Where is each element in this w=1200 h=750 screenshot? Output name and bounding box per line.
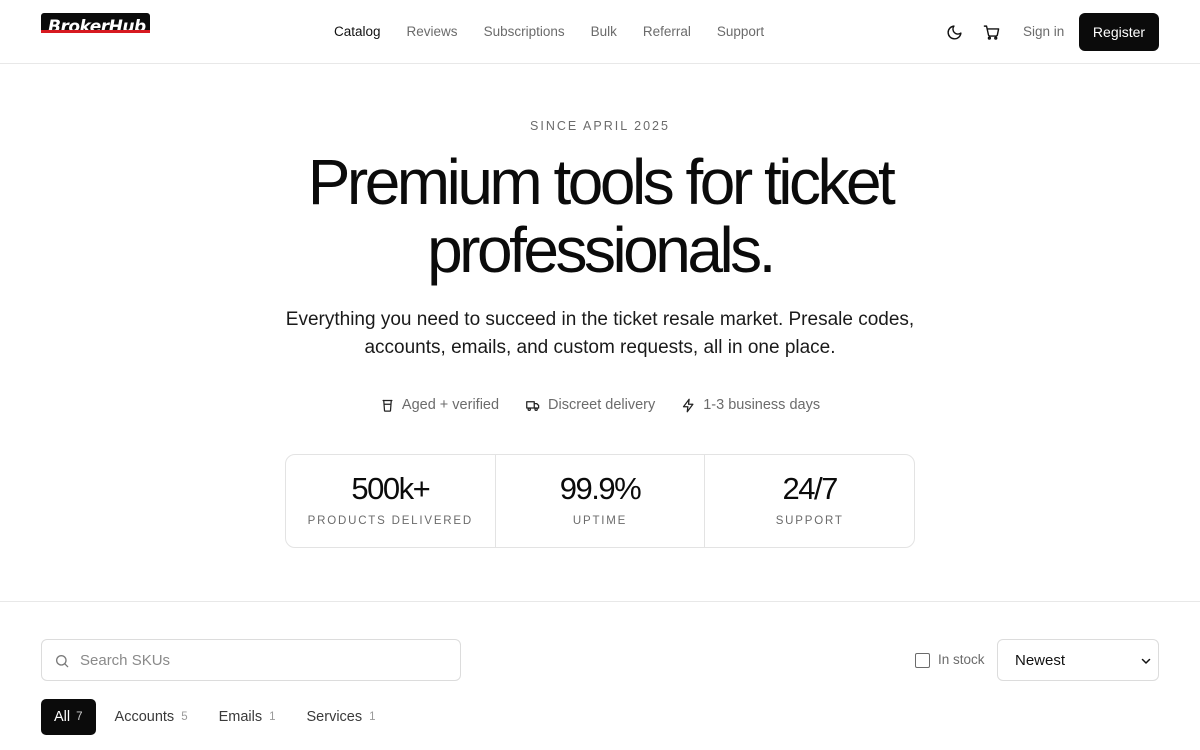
search-box [41, 639, 461, 681]
brand-logo-accent [41, 30, 150, 33]
search-input[interactable] [80, 640, 450, 680]
theme-toggle-button[interactable] [944, 22, 964, 42]
hero-subtitle-line2: accounts, emails, and custom requests, a… [364, 337, 836, 358]
in-stock-checkbox[interactable] [915, 652, 930, 668]
chevron-down-icon [1141, 658, 1151, 664]
filter-chip-services[interactable]: Services 1 [295, 699, 388, 735]
stat-support: 24/7 SUPPORT [705, 455, 914, 547]
hero-headline: Premium tools for ticket professionals. [250, 148, 950, 284]
brand-logo[interactable]: BrokerHub [41, 13, 150, 33]
stat-uptime: 99.9% UPTIME [496, 455, 706, 547]
moon-icon [947, 24, 962, 39]
nav-link-subscriptions[interactable]: Subscriptions [484, 22, 565, 42]
site-header: BrokerHub Catalog Reviews Subscriptions … [0, 0, 1200, 64]
hero-eyebrow: SINCE APRIL 2025 [530, 119, 670, 133]
sort-selected-value: Newest [1015, 651, 1066, 669]
filter-chip-label: Emails [218, 709, 263, 725]
main-nav: Catalog Reviews Subscriptions Bulk Refer… [334, 22, 764, 42]
feature-label: 1-3 business days [703, 397, 821, 413]
stat-products-delivered: 500k+ PRODUCTS DELIVERED [286, 455, 496, 547]
in-stock-label: In stock [938, 652, 985, 667]
hero-subtitle-line1: Everything you need to succeed in the ti… [285, 309, 915, 330]
feature-item-turnaround: 1-3 business days [681, 394, 820, 416]
cart-button[interactable] [981, 22, 1001, 42]
cart-icon [983, 24, 999, 40]
filter-chip-label: Services [306, 709, 363, 725]
filter-chip-count: 5 [181, 711, 188, 723]
feature-list: Aged + verified Discreet delivery 1-3 bu… [0, 394, 1200, 416]
filter-chip-count: 1 [269, 711, 276, 723]
filter-chip-label: Accounts [114, 709, 175, 725]
nav-link-support[interactable]: Support [717, 22, 764, 42]
search-icon [56, 655, 69, 668]
stat-label: SUPPORT [775, 515, 844, 527]
stat-value: 99.9% [559, 471, 642, 506]
stat-value: 24/7 [782, 471, 839, 506]
feature-label: Aged + verified [401, 397, 500, 413]
feature-item-aged: Aged + verified [380, 394, 499, 416]
register-button[interactable]: Register [1079, 13, 1159, 51]
filter-chip-label: All [54, 709, 71, 725]
filter-chip-all[interactable]: All 7 [41, 699, 96, 735]
filter-chip-count: 7 [76, 711, 83, 723]
category-filters: All 7 Accounts 5 Emails 1 Services 1 [41, 699, 395, 735]
sort-select[interactable]: Newest [997, 639, 1159, 681]
section-divider [0, 601, 1200, 602]
filter-chip-emails[interactable]: Emails 1 [207, 699, 288, 735]
stat-value: 500k+ [351, 471, 430, 506]
truck-icon [526, 400, 540, 411]
nav-link-bulk[interactable]: Bulk [591, 22, 617, 42]
filter-chip-accounts[interactable]: Accounts 5 [103, 699, 200, 735]
lightning-icon [683, 398, 694, 412]
feature-item-delivery: Discreet delivery [525, 394, 655, 416]
feature-label: Discreet delivery [548, 397, 656, 413]
filter-chip-count: 1 [369, 711, 376, 723]
nav-link-catalog[interactable]: Catalog [334, 22, 381, 42]
stat-label: UPTIME [572, 515, 628, 527]
hero-subtitle: Everything you need to succeed in the ti… [270, 306, 930, 362]
sign-in-link[interactable]: Sign in [1023, 22, 1064, 42]
nav-link-referral[interactable]: Referral [643, 22, 691, 42]
stat-label: PRODUCTS DELIVERED [307, 515, 473, 527]
in-stock-filter[interactable]: In stock [915, 650, 985, 670]
stats-panel: 500k+ PRODUCTS DELIVERED 99.9% UPTIME 24… [285, 454, 915, 548]
hero-headline-line1: Premium tools for ticket [307, 146, 896, 218]
nav-link-reviews[interactable]: Reviews [407, 22, 458, 42]
hero-headline-line2: professionals. [427, 214, 776, 286]
trash-can-icon [382, 399, 393, 412]
